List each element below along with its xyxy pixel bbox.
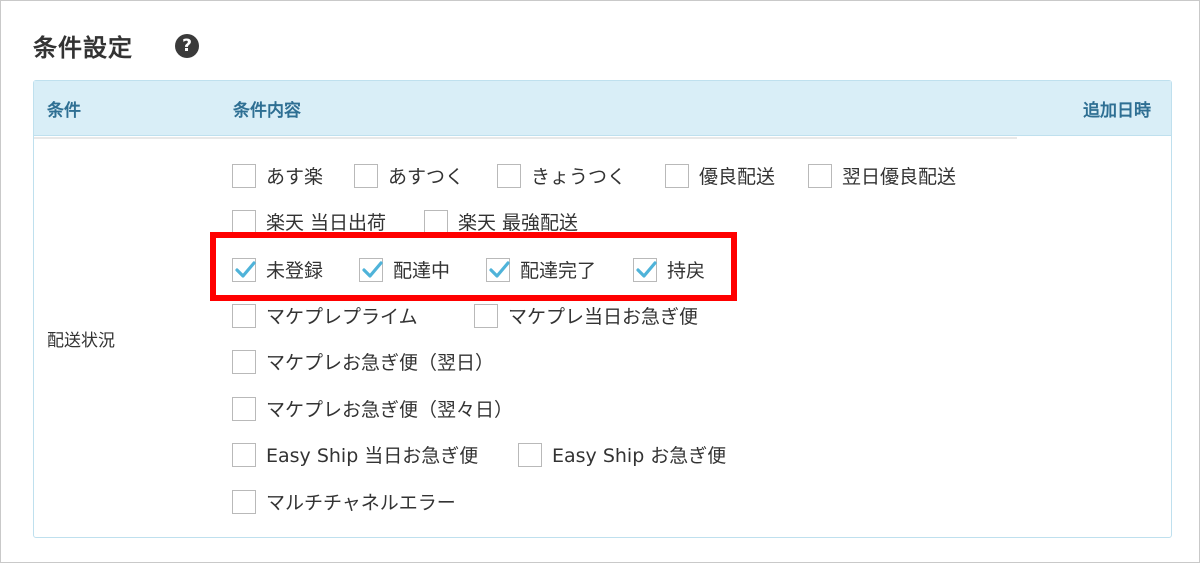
table-header: 条件 条件内容 追加日時 <box>34 81 1171 136</box>
checkbox-makepure-prime[interactable]: マケプレプライム <box>232 302 418 329</box>
checkbox-box[interactable] <box>808 163 832 188</box>
checkbox-label: 配達中 <box>393 260 451 282</box>
checkbox-label: マケプレ当日お急ぎ便 <box>508 306 699 328</box>
checkbox-box[interactable] <box>497 163 521 188</box>
checkbox-box[interactable] <box>633 257 657 282</box>
checkbox-makepure-next-day[interactable]: マケプレお急ぎ便（翌日） <box>232 348 494 375</box>
checkbox-box[interactable] <box>232 209 256 234</box>
checkbox-box[interactable] <box>474 303 498 328</box>
checkbox-easyship-express[interactable]: Easy Ship お急ぎ便 <box>518 441 726 468</box>
checkbox-rakuten-same-day[interactable]: 楽天 当日出荷 <box>232 208 386 235</box>
row-divider <box>34 137 1017 139</box>
checkbox-label: あす楽 <box>266 166 324 188</box>
checkbox-delivered[interactable]: 配達完了 <box>486 256 596 283</box>
checkbox-label: 優良配送 <box>699 166 776 188</box>
checkbox-multichannel-error[interactable]: マルチチャネルエラー <box>232 488 456 515</box>
row-label-shipping-status: 配送状況 <box>47 331 115 351</box>
section-title: 条件設定 <box>33 34 133 62</box>
checkbox-label: マケプレプライム <box>266 306 418 328</box>
checkbox-label: 配達完了 <box>520 260 597 282</box>
checkbox-label: 未登録 <box>266 260 324 282</box>
checkbox-box[interactable] <box>486 257 510 282</box>
checkbox-label: マケプレお急ぎ便（翌日） <box>266 352 495 374</box>
checkbox-box[interactable] <box>354 163 378 188</box>
checkbox-yokujitsu-yuryo-haiso[interactable]: 翌日優良配送 <box>808 162 956 189</box>
checkbox-box[interactable] <box>232 349 256 374</box>
header-added-date: 追加日時 <box>1083 101 1151 121</box>
checkbox-makepure-same-day[interactable]: マケプレ当日お急ぎ便 <box>474 302 698 329</box>
checkbox-makepure-two-day[interactable]: マケプレお急ぎ便（翌々日） <box>232 395 513 422</box>
checkbox-box[interactable] <box>232 489 256 514</box>
checkbox-label: Easy Ship 当日お急ぎ便 <box>266 445 479 467</box>
checkbox-label: Easy Ship お急ぎ便 <box>552 445 727 467</box>
checkbox-box[interactable] <box>232 442 256 467</box>
checkbox-box[interactable] <box>665 163 689 188</box>
checkbox-rakuten-saikyo[interactable]: 楽天 最強配送 <box>424 208 578 235</box>
checkbox-kyoutsuku[interactable]: きょうつく <box>497 162 626 189</box>
checkbox-asutsuku[interactable]: あすつく <box>354 162 464 189</box>
help-icon[interactable]: ? <box>175 34 199 58</box>
check-icon <box>489 260 510 278</box>
checkbox-label: マケプレお急ぎ便（翌々日） <box>266 399 514 421</box>
checkbox-box[interactable] <box>232 163 256 188</box>
checkbox-box[interactable] <box>232 257 256 282</box>
checkbox-in-delivery[interactable]: 配達中 <box>359 256 450 283</box>
checkbox-unregistered[interactable]: 未登録 <box>232 256 323 283</box>
checkbox-box[interactable] <box>232 303 256 328</box>
checkbox-box[interactable] <box>232 396 256 421</box>
header-condition-content: 条件内容 <box>233 101 301 121</box>
checkbox-label: 持戻 <box>667 260 706 282</box>
checkbox-returned[interactable]: 持戻 <box>633 256 705 283</box>
check-icon <box>235 260 256 278</box>
checkbox-label: 翌日優良配送 <box>842 166 957 188</box>
checkbox-yuryo-haiso[interactable]: 優良配送 <box>665 162 775 189</box>
checkbox-box[interactable] <box>359 257 383 282</box>
checkbox-label: 楽天 最強配送 <box>458 212 579 234</box>
check-icon <box>362 260 383 278</box>
checkbox-label: あすつく <box>388 166 465 188</box>
checkbox-label: マルチチャネルエラー <box>266 492 456 514</box>
checkbox-label: きょうつく <box>531 166 627 188</box>
checkbox-box[interactable] <box>518 442 542 467</box>
checkbox-box[interactable] <box>424 209 448 234</box>
checkbox-label: 楽天 当日出荷 <box>266 212 387 234</box>
check-icon <box>636 260 657 278</box>
checkbox-easyship-same-day[interactable]: Easy Ship 当日お急ぎ便 <box>232 441 478 468</box>
checkbox-asuraku[interactable]: あす楽 <box>232 162 323 189</box>
header-condition: 条件 <box>47 101 81 121</box>
